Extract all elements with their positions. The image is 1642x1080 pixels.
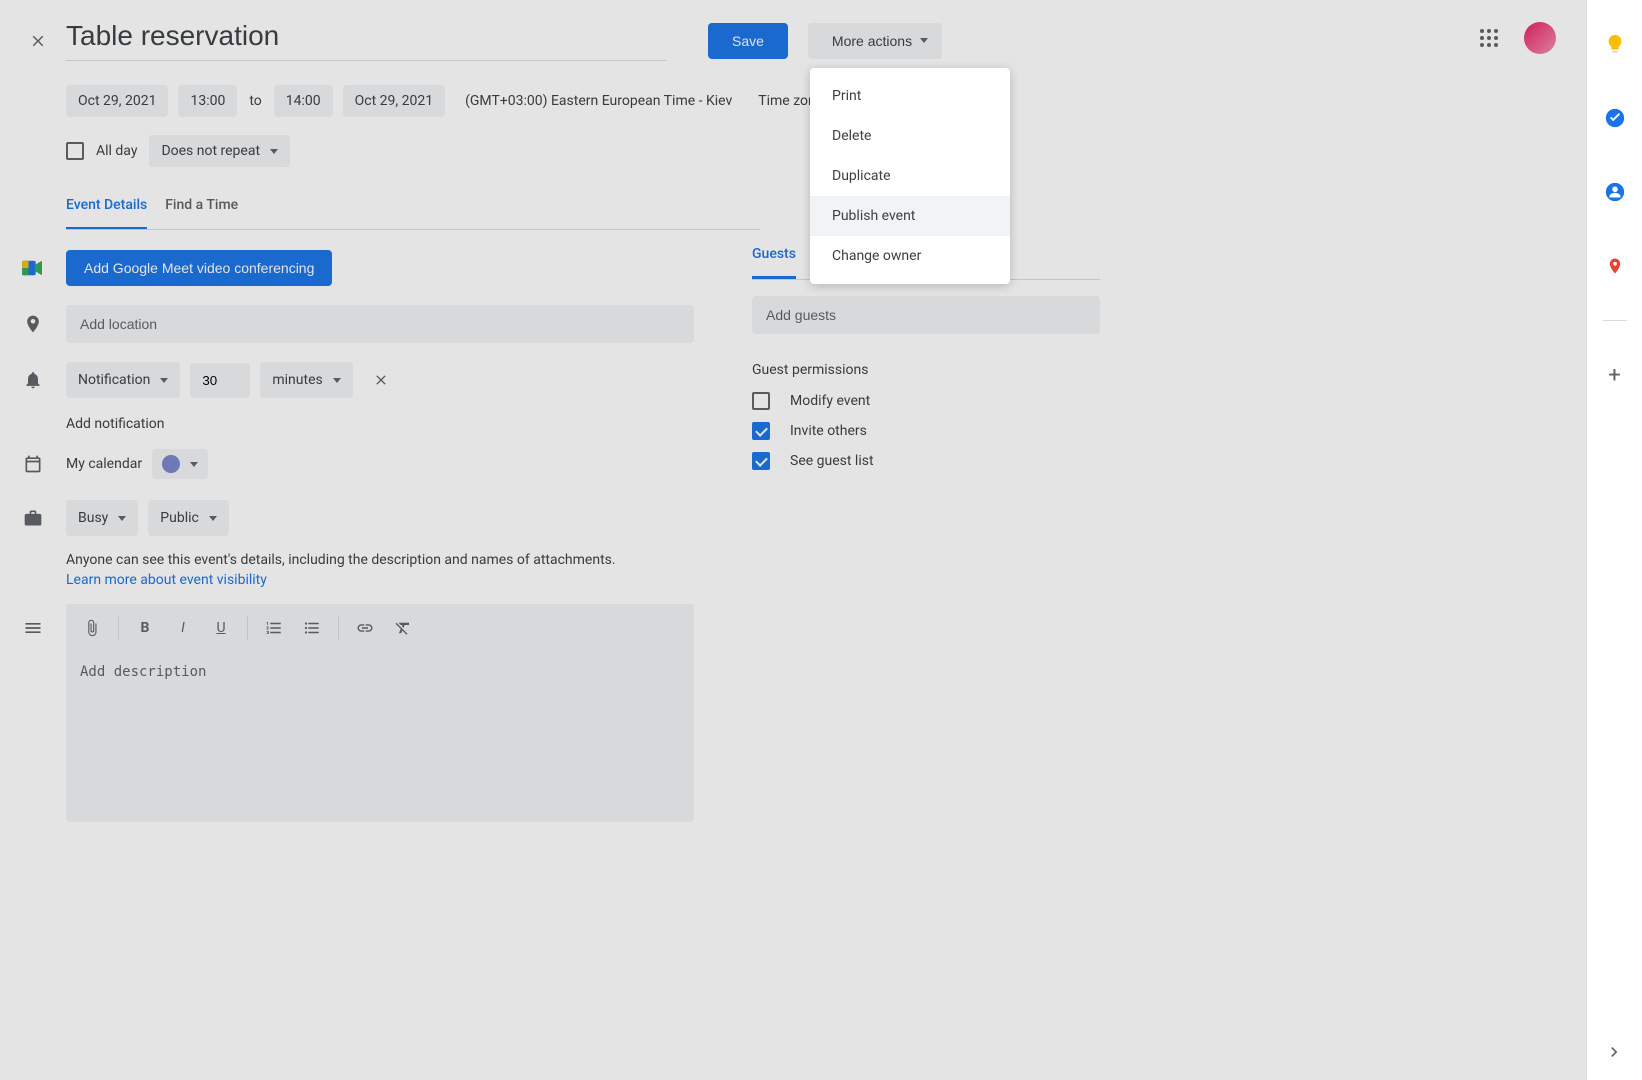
notification-value-input[interactable]: [190, 363, 250, 398]
menu-item-publish-event[interactable]: Publish event: [810, 196, 1010, 236]
see-guest-list-label: See guest list: [790, 453, 874, 469]
meet-icon: [0, 259, 66, 277]
chevron-down-icon: [118, 516, 126, 521]
chevron-down-icon: [333, 378, 341, 383]
location-icon: [0, 314, 66, 334]
notification-type-label: Notification: [78, 372, 150, 388]
visibility-select[interactable]: Public: [148, 500, 229, 536]
menu-item-duplicate[interactable]: Duplicate: [810, 156, 1010, 196]
numbered-list-icon[interactable]: [258, 612, 290, 644]
calendar-color-select[interactable]: [152, 449, 208, 479]
chevron-down-icon: [209, 516, 217, 521]
maps-icon[interactable]: [1595, 246, 1635, 286]
toolbar-separator: [247, 616, 248, 640]
tab-event-details[interactable]: Event Details: [66, 197, 147, 230]
bell-icon: [0, 370, 66, 390]
save-button[interactable]: Save: [708, 23, 788, 59]
repeat-select[interactable]: Does not repeat: [149, 135, 290, 167]
more-actions-menu: Print Delete Duplicate Publish event Cha…: [810, 68, 1010, 284]
remove-notification-icon[interactable]: [363, 362, 399, 398]
add-meet-button[interactable]: Add Google Meet video conferencing: [66, 250, 332, 286]
description-icon: [0, 604, 66, 638]
repeat-label: Does not repeat: [161, 143, 260, 159]
toolbar-separator: [338, 616, 339, 640]
calendar-label: My calendar: [66, 456, 142, 472]
to-label: to: [247, 93, 263, 109]
add-addon-icon[interactable]: +: [1595, 355, 1635, 395]
bold-icon[interactable]: B: [129, 612, 161, 644]
contacts-icon[interactable]: [1595, 172, 1635, 212]
start-time-chip[interactable]: 13:00: [178, 85, 237, 117]
location-input[interactable]: [66, 305, 694, 343]
apps-grid-icon[interactable]: [1480, 29, 1498, 47]
italic-icon[interactable]: I: [167, 612, 199, 644]
end-time-chip[interactable]: 14:00: [274, 85, 333, 117]
timezone-text: (GMT+03:00) Eastern European Time - Kiev: [465, 93, 732, 109]
link-icon[interactable]: [349, 612, 381, 644]
start-date-chip[interactable]: Oct 29, 2021: [66, 85, 168, 117]
expand-panel-icon[interactable]: [1604, 1042, 1624, 1062]
color-dot: [162, 455, 180, 473]
description-textarea[interactable]: [66, 652, 694, 822]
tasks-icon[interactable]: [1595, 98, 1635, 138]
chevron-down-icon: [160, 378, 168, 383]
notification-type-select[interactable]: Notification: [66, 362, 180, 398]
all-day-label: All day: [96, 143, 137, 159]
visibility-label: Public: [160, 510, 199, 526]
bulleted-list-icon[interactable]: [296, 612, 328, 644]
tab-find-a-time[interactable]: Find a Time: [165, 197, 238, 230]
modify-event-checkbox[interactable]: [752, 392, 770, 410]
event-title-input[interactable]: [66, 20, 666, 61]
toolbar-separator: [118, 616, 119, 640]
more-actions-button[interactable]: More actions: [808, 23, 942, 59]
avatar[interactable]: [1524, 22, 1556, 54]
tab-guests[interactable]: Guests: [752, 246, 796, 279]
side-panel-divider: [1603, 320, 1627, 321]
close-icon[interactable]: [26, 29, 50, 53]
add-notification-button[interactable]: Add notification: [0, 402, 720, 442]
busy-label: Busy: [78, 510, 108, 526]
keep-icon[interactable]: [1595, 24, 1635, 64]
see-guest-list-checkbox[interactable]: [752, 452, 770, 470]
guest-permissions-title: Guest permissions: [752, 362, 1100, 378]
more-actions-label: More actions: [832, 33, 912, 49]
menu-item-change-owner[interactable]: Change owner: [810, 236, 1010, 276]
add-guests-input[interactable]: [752, 296, 1100, 334]
notification-unit-label: minutes: [272, 372, 322, 388]
chevron-down-icon: [270, 149, 278, 154]
all-day-checkbox[interactable]: [66, 142, 84, 160]
end-date-chip[interactable]: Oct 29, 2021: [343, 85, 445, 117]
modify-event-label: Modify event: [790, 393, 870, 409]
busy-select[interactable]: Busy: [66, 500, 138, 536]
visibility-info-text: Anyone can see this event's details, inc…: [0, 540, 680, 570]
tabs-underline: [66, 229, 760, 230]
invite-others-label: Invite others: [790, 423, 867, 439]
calendar-icon: [0, 454, 66, 474]
learn-more-link[interactable]: Learn more about event visibility: [66, 572, 267, 588]
chevron-down-icon: [190, 462, 198, 467]
attach-icon[interactable]: [76, 612, 108, 644]
underline-icon[interactable]: U: [205, 612, 237, 644]
chevron-down-icon: [920, 38, 928, 43]
briefcase-icon: [0, 508, 66, 528]
invite-others-checkbox[interactable]: [752, 422, 770, 440]
menu-item-print[interactable]: Print: [810, 76, 1010, 116]
menu-item-delete[interactable]: Delete: [810, 116, 1010, 156]
notification-unit-select[interactable]: minutes: [260, 362, 352, 398]
clear-formatting-icon[interactable]: [387, 612, 419, 644]
